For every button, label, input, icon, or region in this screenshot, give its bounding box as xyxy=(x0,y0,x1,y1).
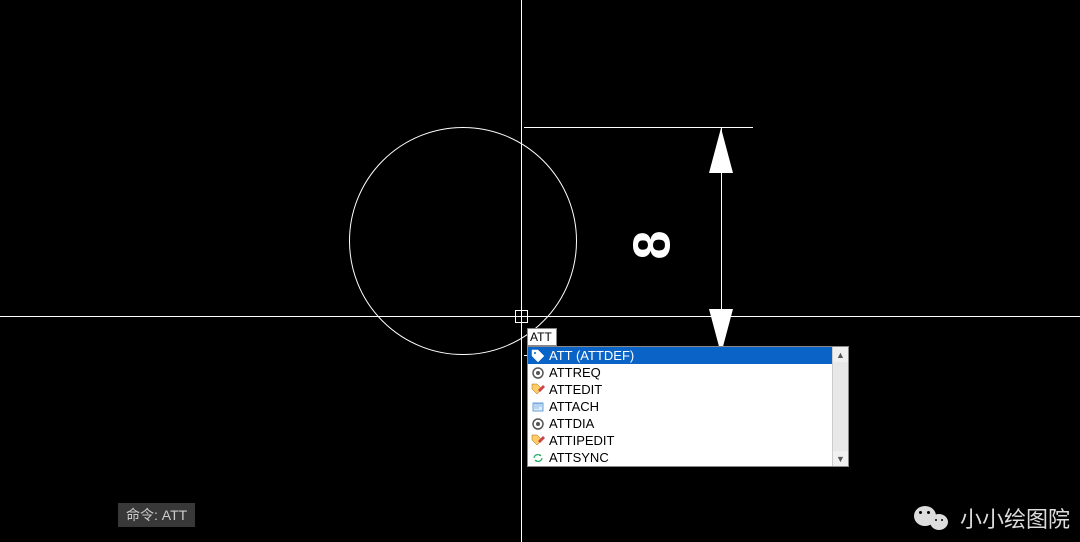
command-prompt: 命令: xyxy=(126,507,158,523)
wechat-icon xyxy=(914,504,956,532)
gear-icon xyxy=(531,366,545,380)
autocomplete-item[interactable]: ATTACH xyxy=(528,398,832,415)
scroll-up-arrow-icon[interactable]: ▲ xyxy=(833,347,848,362)
circle-entity[interactable] xyxy=(349,127,577,355)
autocomplete-item[interactable]: ATTDIA xyxy=(528,415,832,432)
autocomplete-list: ATT (ATTDEF) ATTREQ ATTEDIT ATTACH xyxy=(528,347,848,466)
dynamic-input[interactable]: ATT xyxy=(527,328,557,346)
autocomplete-item[interactable]: ATTSYNC xyxy=(528,449,832,466)
scrollbar[interactable]: ▲ ▼ xyxy=(832,347,848,466)
watermark-text: 小小绘图院 xyxy=(960,502,1070,534)
scroll-down-arrow-icon[interactable]: ▼ xyxy=(833,451,848,466)
autocomplete-item-label: ATTSYNC xyxy=(549,450,609,465)
command-autocomplete-popup: ATT (ATTDEF) ATTREQ ATTEDIT ATTACH xyxy=(527,346,849,467)
autocomplete-item[interactable]: ATTEDIT xyxy=(528,381,832,398)
dimension-value[interactable]: 8 xyxy=(622,231,682,260)
autocomplete-item-label: ATTDIA xyxy=(549,416,594,431)
autocomplete-item[interactable]: ATTREQ xyxy=(528,364,832,381)
tag-icon xyxy=(531,349,545,363)
edit-tag-icon xyxy=(531,383,545,397)
command-line[interactable]: 命令: ATT xyxy=(118,503,195,527)
autocomplete-item-label: ATTEDIT xyxy=(549,382,602,397)
watermark: 小小绘图院 xyxy=(914,502,1070,534)
edit-tag-icon xyxy=(531,434,545,448)
drawing-canvas[interactable]: 8 ATT ATT (ATTDEF) ATTREQ ATTEDIT xyxy=(0,0,1080,542)
arrowhead-up-icon xyxy=(709,128,733,173)
attach-icon xyxy=(531,400,545,414)
autocomplete-item-label: ATTACH xyxy=(549,399,599,414)
gear-icon xyxy=(531,417,545,431)
autocomplete-item[interactable]: ATT (ATTDEF) xyxy=(528,347,832,364)
sync-icon xyxy=(531,451,545,465)
autocomplete-item[interactable]: ATTIPEDIT xyxy=(528,432,832,449)
autocomplete-item-label: ATTIPEDIT xyxy=(549,433,614,448)
command-value: ATT xyxy=(162,507,187,523)
autocomplete-item-label: ATTREQ xyxy=(549,365,601,380)
autocomplete-item-label: ATT (ATTDEF) xyxy=(549,348,634,363)
